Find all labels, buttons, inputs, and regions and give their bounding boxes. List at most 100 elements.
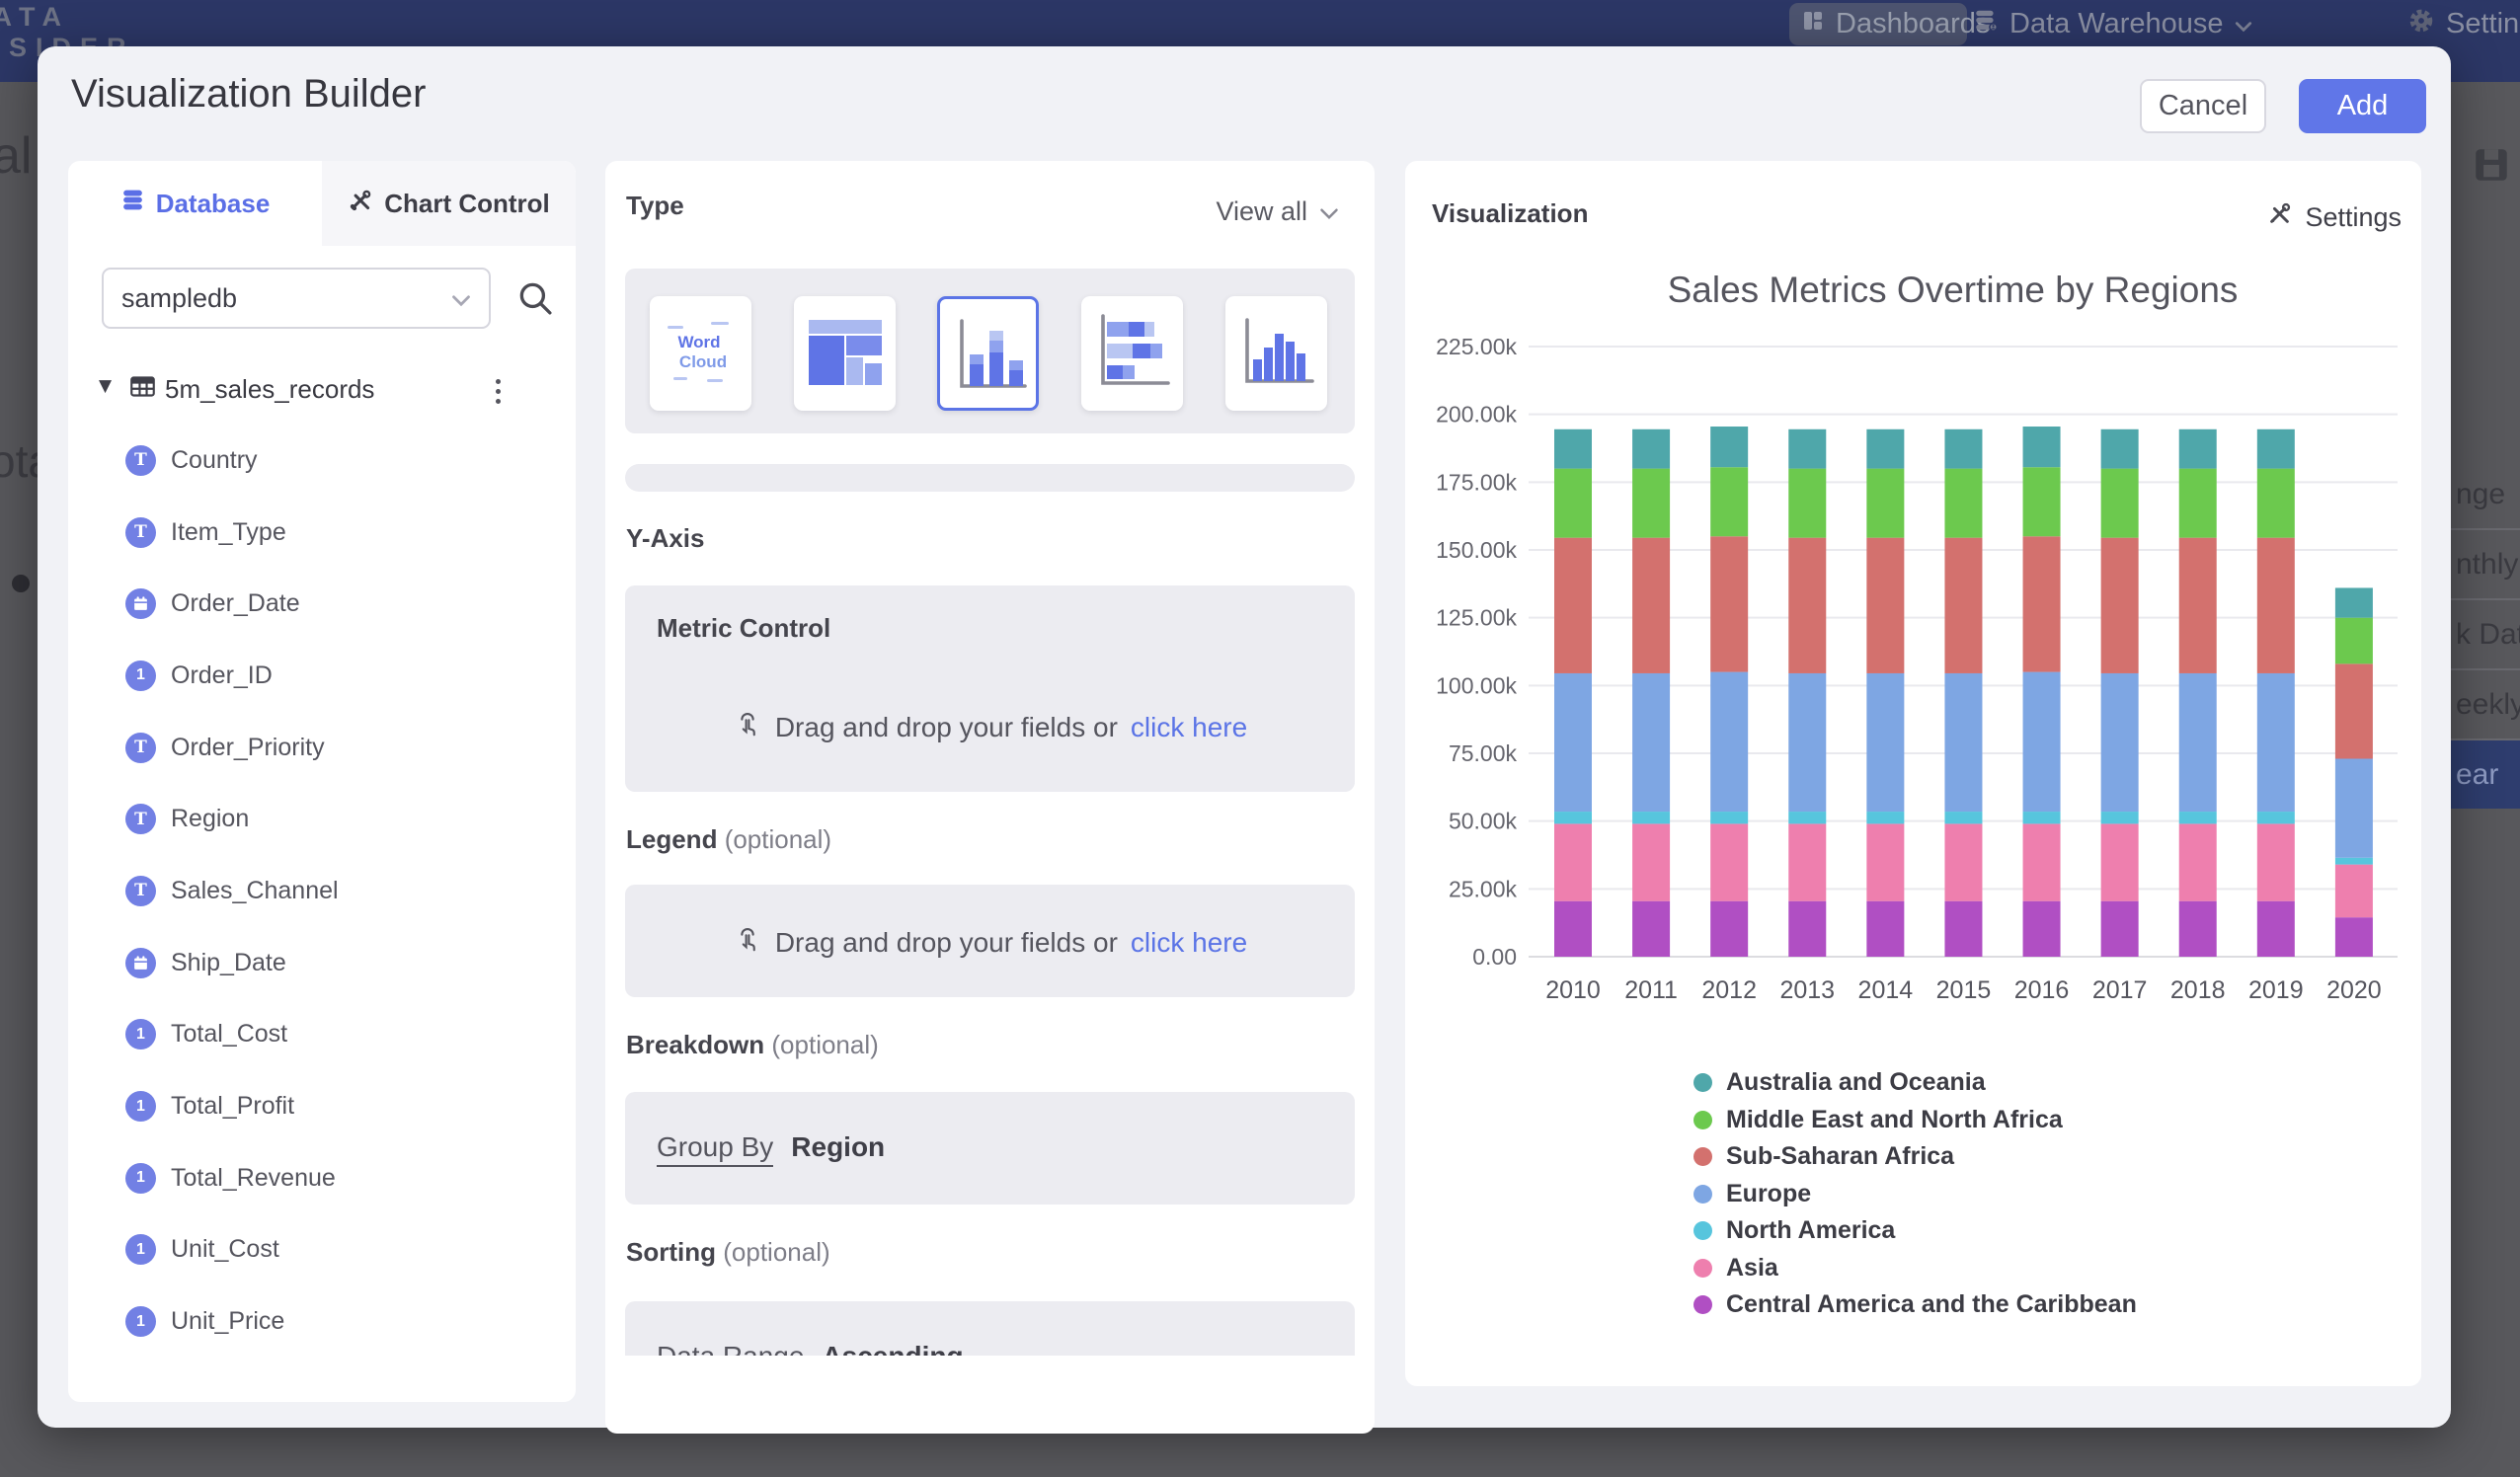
bar-segment xyxy=(1554,673,1592,812)
bar-segment xyxy=(1632,469,1670,538)
bar-segment xyxy=(1554,901,1592,957)
x-tick-label: 2018 xyxy=(2170,976,2226,1004)
field-name: Order_Priority xyxy=(171,734,325,762)
bar-segment xyxy=(1866,429,1904,469)
field-item-unit_price[interactable]: 1 Unit_Price xyxy=(68,1285,576,1358)
field-item-total_cost[interactable]: 1Total_Cost xyxy=(68,999,576,1071)
number-type-icon: 1 xyxy=(136,1313,145,1331)
chart-type-column[interactable] xyxy=(1225,296,1327,411)
sort-field-label[interactable]: Data Range xyxy=(657,1341,804,1356)
field-item-unit_cost[interactable]: 1Unit_Cost xyxy=(68,1214,576,1286)
field-item-order_priority[interactable]: TOrder_Priority xyxy=(68,712,576,784)
nav-dashboards[interactable]: Dashboards xyxy=(1789,3,1967,45)
field-item-total_profit[interactable]: 1Total_Profit xyxy=(68,1070,576,1142)
tap-icon xyxy=(733,709,762,745)
type-strip-scrollbar[interactable] xyxy=(625,464,1355,492)
x-tick-label: 2019 xyxy=(2248,976,2304,1004)
chart-type-stacked-bar[interactable] xyxy=(1081,296,1183,411)
x-tick-label: 2020 xyxy=(2326,976,2382,1004)
cancel-button[interactable]: Cancel xyxy=(2140,79,2266,133)
collapse-triangle-icon[interactable]: ▼ xyxy=(99,376,112,396)
nav-data-warehouse[interactable]: Data Warehouse xyxy=(1973,3,2252,45)
field-item-region[interactable]: TRegion xyxy=(68,783,576,855)
click-here-link[interactable]: click here xyxy=(1131,712,1247,743)
table-name[interactable]: 5m_sales_records xyxy=(165,374,374,405)
dashboards-icon xyxy=(1801,8,1825,40)
number-type-icon: 1 xyxy=(136,1241,145,1259)
number-field-icon: 1 xyxy=(125,1019,156,1049)
x-tick-label: 2016 xyxy=(2014,976,2070,1004)
chart-type-stacked-column[interactable] xyxy=(937,296,1039,411)
field-name: Ship_Date xyxy=(171,949,286,977)
y-tick-label: 225.00k xyxy=(1436,339,1517,359)
legend-color-dot xyxy=(1693,1147,1712,1166)
field-item-country[interactable]: TCountry xyxy=(68,425,576,497)
bar-segment xyxy=(1554,469,1592,538)
drop-hint-text: Drag and drop your fields or xyxy=(775,927,1118,959)
tools-icon xyxy=(348,188,373,220)
bar-segment xyxy=(1554,812,1592,823)
field-item-order_id[interactable]: 1Order_ID xyxy=(68,640,576,712)
bar-segment xyxy=(2179,812,2217,823)
search-icon[interactable] xyxy=(514,277,556,319)
chevron-down-icon xyxy=(2235,8,2252,40)
field-item-item_type[interactable]: TItem_Type xyxy=(68,497,576,569)
sorting-box[interactable]: Data Range Ascending xyxy=(625,1301,1355,1356)
number-field-icon: 1 xyxy=(125,1306,156,1337)
bar-segment xyxy=(2179,823,2217,900)
x-tick-label: 2017 xyxy=(2092,976,2148,1004)
legend-label: Middle East and North Africa xyxy=(1726,1106,2063,1134)
bar-segment xyxy=(1788,823,1826,900)
tab-chart-control[interactable]: Chart Control xyxy=(322,161,576,246)
field-item-ship_date[interactable]: Ship_Date xyxy=(68,927,576,999)
occluded-dropdown-item: eekly xyxy=(2447,670,2520,740)
legend-color-dot xyxy=(1693,1221,1712,1240)
group-by-label[interactable]: Group By xyxy=(657,1131,773,1167)
x-tick-label: 2013 xyxy=(1779,976,1835,1004)
nav-settings-label: Settings xyxy=(2446,8,2520,40)
bar-segment xyxy=(2179,429,2217,469)
click-here-link[interactable]: click here xyxy=(1131,927,1247,959)
field-name: Item_Type xyxy=(171,518,286,547)
field-item-sales_channel[interactable]: TSales_Channel xyxy=(68,855,576,927)
calendar-icon xyxy=(132,955,149,972)
kebab-menu-icon[interactable] xyxy=(483,374,512,408)
chart-type-treemap[interactable] xyxy=(794,296,896,411)
chart-settings-button[interactable]: Settings xyxy=(2266,200,2402,234)
field-name: Unit_Price xyxy=(171,1307,284,1336)
field-item-total_revenue[interactable]: 1Total_Revenue xyxy=(68,1142,576,1214)
bar-segment xyxy=(2101,429,2139,469)
chart-type-word-cloud[interactable]: WordCloud xyxy=(650,296,751,411)
bar-segment xyxy=(2023,672,2061,812)
bar-segment xyxy=(2335,917,2373,957)
occluded-dropdown-item: ear xyxy=(2447,740,2520,809)
tab-database[interactable]: Database xyxy=(68,161,322,246)
nav-settings[interactable]: Settings xyxy=(2407,3,2520,45)
legend-drop-zone[interactable]: Drag and drop your fields or click here xyxy=(625,885,1355,997)
chevron-down-icon xyxy=(1319,196,1339,227)
legend-item: Middle East and North Africa xyxy=(1693,1102,2137,1139)
legend-label: Central America and the Caribbean xyxy=(1726,1290,2137,1319)
view-all-button[interactable]: View all xyxy=(1216,196,1339,227)
add-button[interactable]: Add xyxy=(2299,79,2426,133)
bar-segment xyxy=(1944,823,1982,900)
number-field-icon: 1 xyxy=(125,1234,156,1265)
chart-settings-label: Settings xyxy=(2305,202,2402,233)
bar-segment xyxy=(2335,618,2373,664)
field-name: Order_ID xyxy=(171,661,273,690)
bar-segment xyxy=(1554,823,1592,900)
breakdown-box[interactable]: Group By Region xyxy=(625,1092,1355,1205)
save-icon xyxy=(2471,144,2512,191)
chart-legend: Australia and OceaniaMiddle East and Nor… xyxy=(1693,1064,2137,1324)
legend-color-dot xyxy=(1693,1295,1712,1314)
metric-drop-zone[interactable]: Metric Control Drag and drop your fields… xyxy=(625,585,1355,792)
legend-label: North America xyxy=(1726,1216,1895,1245)
x-tick-label: 2012 xyxy=(1701,976,1757,1004)
y-tick-label: 175.00k xyxy=(1436,469,1517,495)
bar-segment xyxy=(2257,901,2295,957)
tab-database-label: Database xyxy=(156,189,271,219)
database-select[interactable]: sampledb xyxy=(102,268,491,329)
text-type-icon: T xyxy=(134,810,147,829)
field-item-order_date[interactable]: Order_Date xyxy=(68,568,576,640)
bar-segment xyxy=(2023,812,2061,823)
